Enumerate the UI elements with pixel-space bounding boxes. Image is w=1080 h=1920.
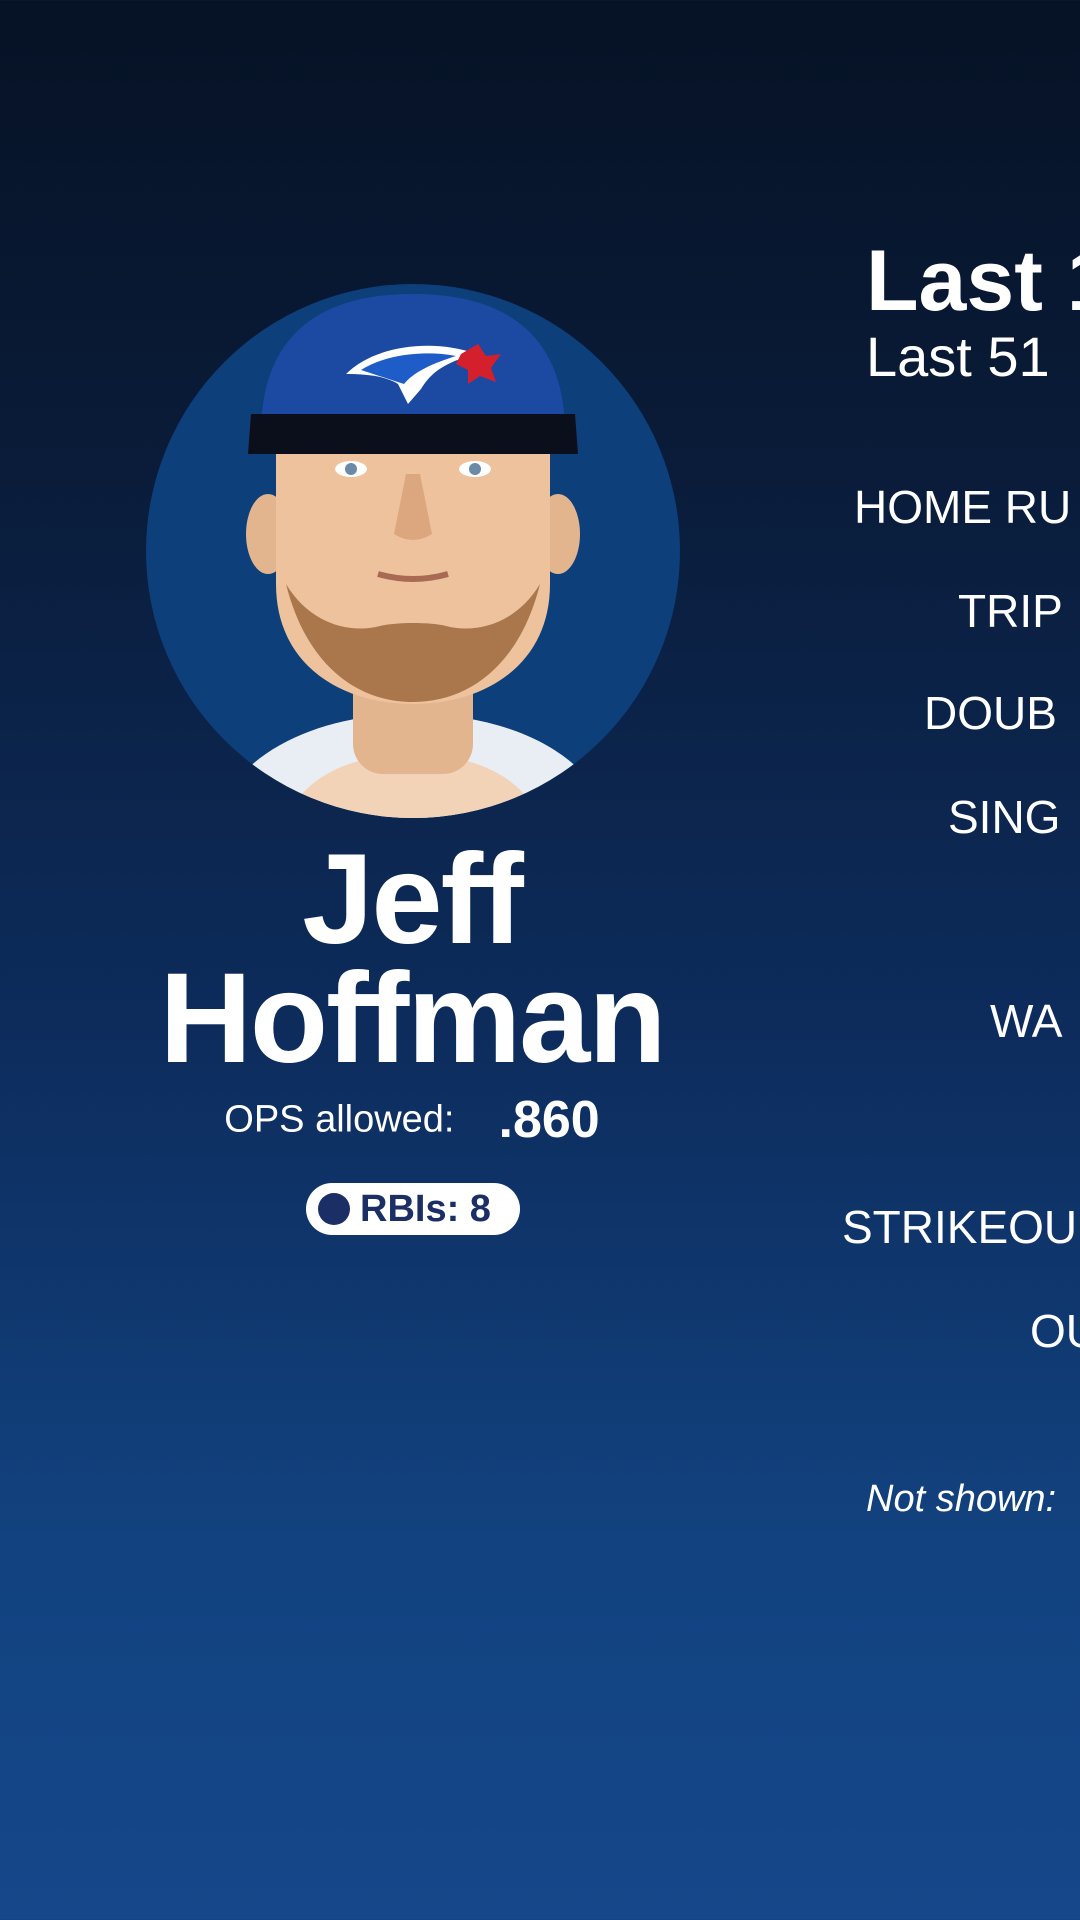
player-first-name: Jeff <box>302 828 524 971</box>
not-shown-note: Not shown: <box>866 1478 1057 1520</box>
stat-label-walks: WA <box>990 995 1063 1047</box>
player-last-name: Hoffman <box>159 947 666 1090</box>
stat-label-home-runs: HOME RU <box>854 481 1072 533</box>
player-headshot-illustration <box>216 294 610 818</box>
ops-row: OPS allowed: .860 <box>0 1090 824 1150</box>
player-headshot <box>146 284 680 818</box>
ops-value: .860 <box>498 1091 600 1149</box>
circle-dot-icon <box>318 1193 350 1225</box>
stat-label-strikeouts: STRIKEOU <box>842 1201 1078 1253</box>
stat-label-singles: SING <box>948 791 1061 843</box>
rbi-badge: RBIs: 8 <box>306 1183 520 1235</box>
rbi-label: RBIs: 8 <box>360 1187 491 1230</box>
panel-title: Last 1 <box>866 233 1080 329</box>
panel-subtitle: Last 51 <box>866 325 1050 388</box>
stat-label-doubles: DOUB <box>924 687 1057 739</box>
stat-label-triples: TRIP <box>958 585 1063 637</box>
ops-label: OPS allowed: <box>224 1098 455 1141</box>
stat-label-outs: OU <box>1030 1305 1080 1357</box>
